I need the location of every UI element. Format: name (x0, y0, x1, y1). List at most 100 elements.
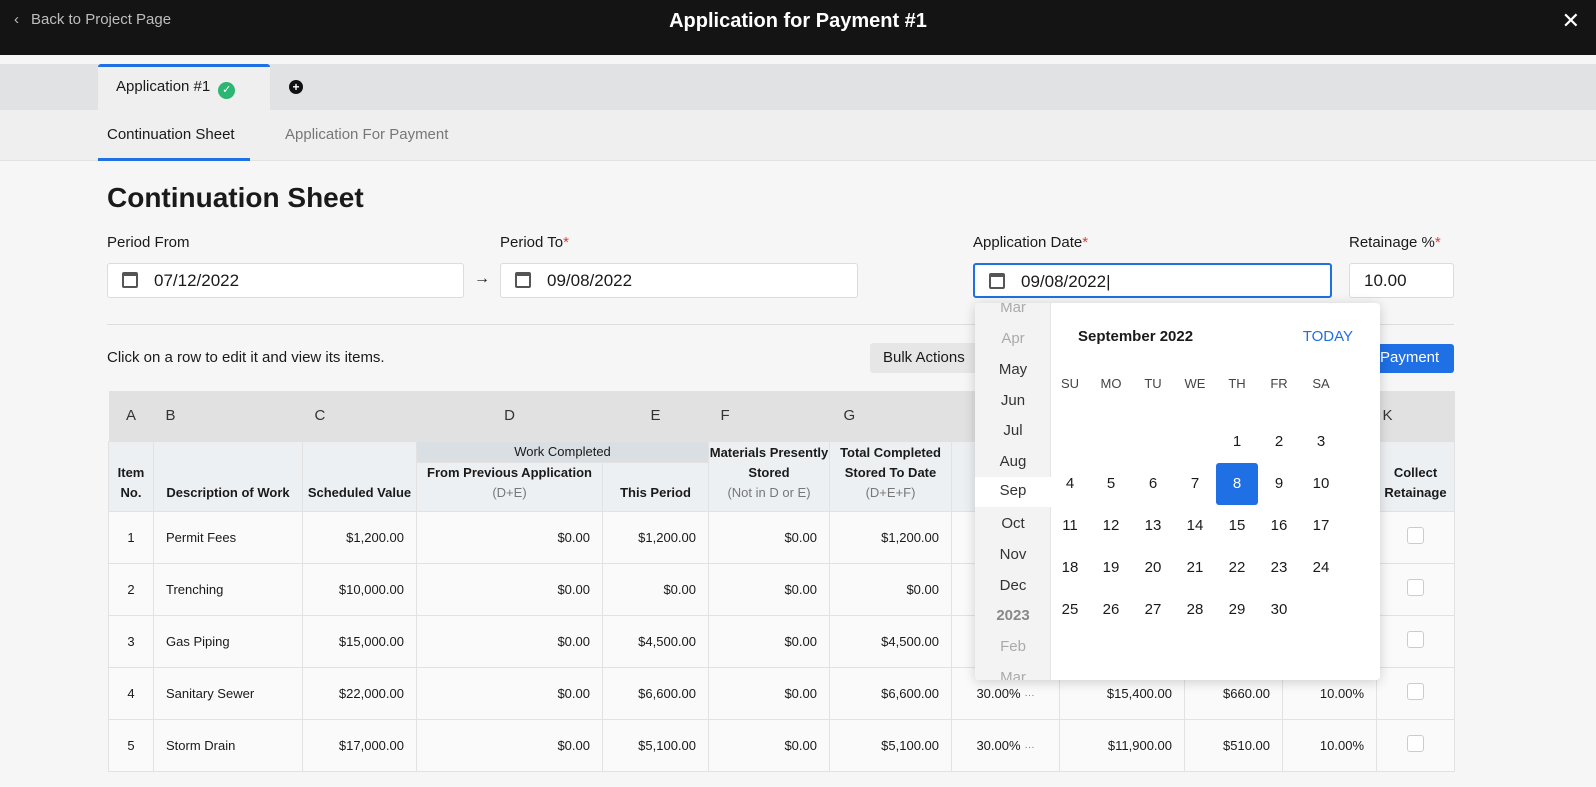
tab-label: Application #1 (116, 78, 211, 95)
more-icon[interactable]: ··· (1025, 742, 1035, 753)
calendar-day[interactable]: 26 (1090, 589, 1132, 631)
collect-retainage-checkbox[interactable] (1407, 631, 1424, 648)
tab-application-for-payment[interactable]: Application For Payment (285, 126, 448, 143)
cell-from-previous: $0.00 (416, 718, 603, 772)
cell-text: $0.00 (784, 633, 817, 649)
month-option[interactable]: Sep (975, 477, 1051, 507)
table-hint: Click on a row to edit it and view its i… (107, 349, 385, 366)
month-option[interactable]: May (975, 361, 1051, 378)
calendar-day[interactable]: 23 (1258, 547, 1300, 589)
calendar-day[interactable]: 24 (1300, 547, 1342, 589)
cell-text: 30.00% (976, 737, 1021, 753)
calendar-day[interactable]: 28 (1174, 589, 1216, 631)
application-date-input[interactable]: 09/08/2022| (973, 263, 1332, 298)
tab-application-1[interactable]: Application #1 ✓ (98, 64, 270, 110)
month-list[interactable]: Mar Apr May Jun Jul Aug Sep Oct Nov Dec 2023 Feb Mar (975, 303, 1051, 680)
calendar-day[interactable]: 21 (1174, 547, 1216, 589)
calendar-day[interactable]: 2 (1258, 421, 1300, 463)
retainage-input[interactable]: 10.00 (1349, 263, 1454, 298)
calendar-day[interactable]: 16 (1258, 505, 1300, 547)
collect-retainage-checkbox[interactable] (1407, 735, 1424, 752)
calendar-day[interactable]: 7 (1174, 463, 1216, 505)
cell-text: $0.00 (557, 685, 590, 701)
month-option[interactable]: Nov (975, 546, 1051, 563)
calendar-day[interactable]: 25 (1049, 589, 1091, 631)
calendar-day[interactable]: 8 (1216, 463, 1258, 505)
page-title: Continuation Sheet (107, 182, 364, 213)
calendar-day[interactable]: 10 (1300, 463, 1342, 505)
month-option[interactable]: Aug (975, 453, 1051, 470)
period-to-input[interactable]: 09/08/2022 (500, 263, 858, 298)
calendar-day[interactable]: 3 (1300, 421, 1342, 463)
cell-total-completed: $1,200.00 (829, 510, 952, 564)
calendar-day[interactable]: 6 (1132, 463, 1174, 505)
label-text: Period To (500, 234, 564, 251)
cell-text: $510.00 (1223, 737, 1270, 753)
cell-text: $6,600.00 (881, 685, 939, 701)
calendar-day[interactable]: 4 (1049, 463, 1091, 505)
month-option[interactable]: Jun (975, 392, 1051, 409)
calendar-day[interactable]: 14 (1174, 505, 1216, 547)
cell-total-completed: $6,600.00 (829, 666, 952, 720)
today-button[interactable]: TODAY (1303, 328, 1353, 345)
collect-retainage-checkbox[interactable] (1407, 683, 1424, 700)
bulk-actions-button[interactable]: Bulk Actions (870, 343, 980, 373)
cell-item-no: 3 (108, 614, 154, 668)
add-application-icon[interactable]: + (289, 80, 303, 94)
cell-from-previous: $0.00 (416, 666, 603, 720)
cell-text: $0.00 (557, 633, 590, 649)
collect-retainage-checkbox[interactable] (1407, 527, 1424, 544)
calendar-day[interactable]: 17 (1300, 505, 1342, 547)
calendar-day[interactable]: 12 (1090, 505, 1132, 547)
weekday-label: WE (1184, 376, 1206, 391)
period-to-label: Period To* (500, 234, 569, 251)
month-option[interactable]: Oct (975, 515, 1051, 532)
header-subtext: (D+E+F) (865, 484, 916, 500)
calendar-day[interactable]: 13 (1132, 505, 1174, 547)
weekday-label: MO (1100, 376, 1122, 391)
month-option[interactable]: 2023 (975, 607, 1051, 624)
calendar-day[interactable]: 27 (1132, 589, 1174, 631)
cell-materials-stored: $0.00 (708, 666, 830, 720)
collect-retainage-checkbox[interactable] (1407, 579, 1424, 596)
calendar-day[interactable]: 18 (1049, 547, 1091, 589)
weekday-label: TU (1144, 376, 1162, 391)
cell-text: $0.00 (557, 581, 590, 597)
cell-text: 3 (127, 633, 135, 649)
close-icon[interactable]: ✕ (1562, 8, 1580, 34)
month-option[interactable]: Feb (975, 638, 1051, 655)
tab-continuation-sheet[interactable]: Continuation Sheet (107, 126, 235, 143)
calendar-day[interactable]: 1 (1216, 421, 1258, 463)
calendar-day[interactable]: 29 (1216, 589, 1258, 631)
period-from-label: Period From (107, 234, 190, 251)
month-option[interactable]: Dec (975, 577, 1051, 594)
cell-collect-retainage (1376, 562, 1455, 616)
cell-text: $1,200.00 (881, 529, 939, 545)
calendar-month-title: September 2022 (1078, 328, 1194, 345)
calendar-day[interactable]: 15 (1216, 505, 1258, 547)
calendar-day[interactable]: 19 (1090, 547, 1132, 589)
calendar-day[interactable]: 9 (1258, 463, 1300, 505)
cell-description: Sanitary Sewer (153, 666, 303, 720)
calendar-day[interactable]: 30 (1258, 589, 1300, 631)
month-option[interactable]: Jul (975, 422, 1051, 439)
cell-item-no: 2 (108, 562, 154, 616)
calendar-day[interactable]: 20 (1132, 547, 1174, 589)
page-header-title: Application for Payment #1 (669, 10, 927, 32)
calendar-day[interactable]: 22 (1216, 547, 1258, 589)
table-row[interactable]: 5 Storm Drain $17,000.00 $0.00 $5,100.00 $0.0… (108, 718, 1455, 772)
calendar-day[interactable]: 5 (1090, 463, 1132, 505)
more-icon[interactable]: ··· (1025, 690, 1035, 701)
cell-text: Permit Fees (166, 529, 237, 545)
cell-description: Gas Piping (153, 614, 303, 668)
cell-text: $0.00 (784, 737, 817, 753)
month-option[interactable]: Mar (975, 669, 1051, 680)
arrow-right-icon: → (474, 270, 490, 287)
month-option[interactable]: Mar (975, 303, 1051, 316)
cell-text: $5,100.00 (881, 737, 939, 753)
month-option[interactable]: Apr (975, 330, 1051, 347)
cell-text: 1 (127, 529, 135, 545)
calendar-day[interactable]: 11 (1049, 505, 1091, 547)
period-from-input[interactable]: 07/12/2022 (107, 263, 464, 298)
cell-item-no: 4 (108, 666, 154, 720)
